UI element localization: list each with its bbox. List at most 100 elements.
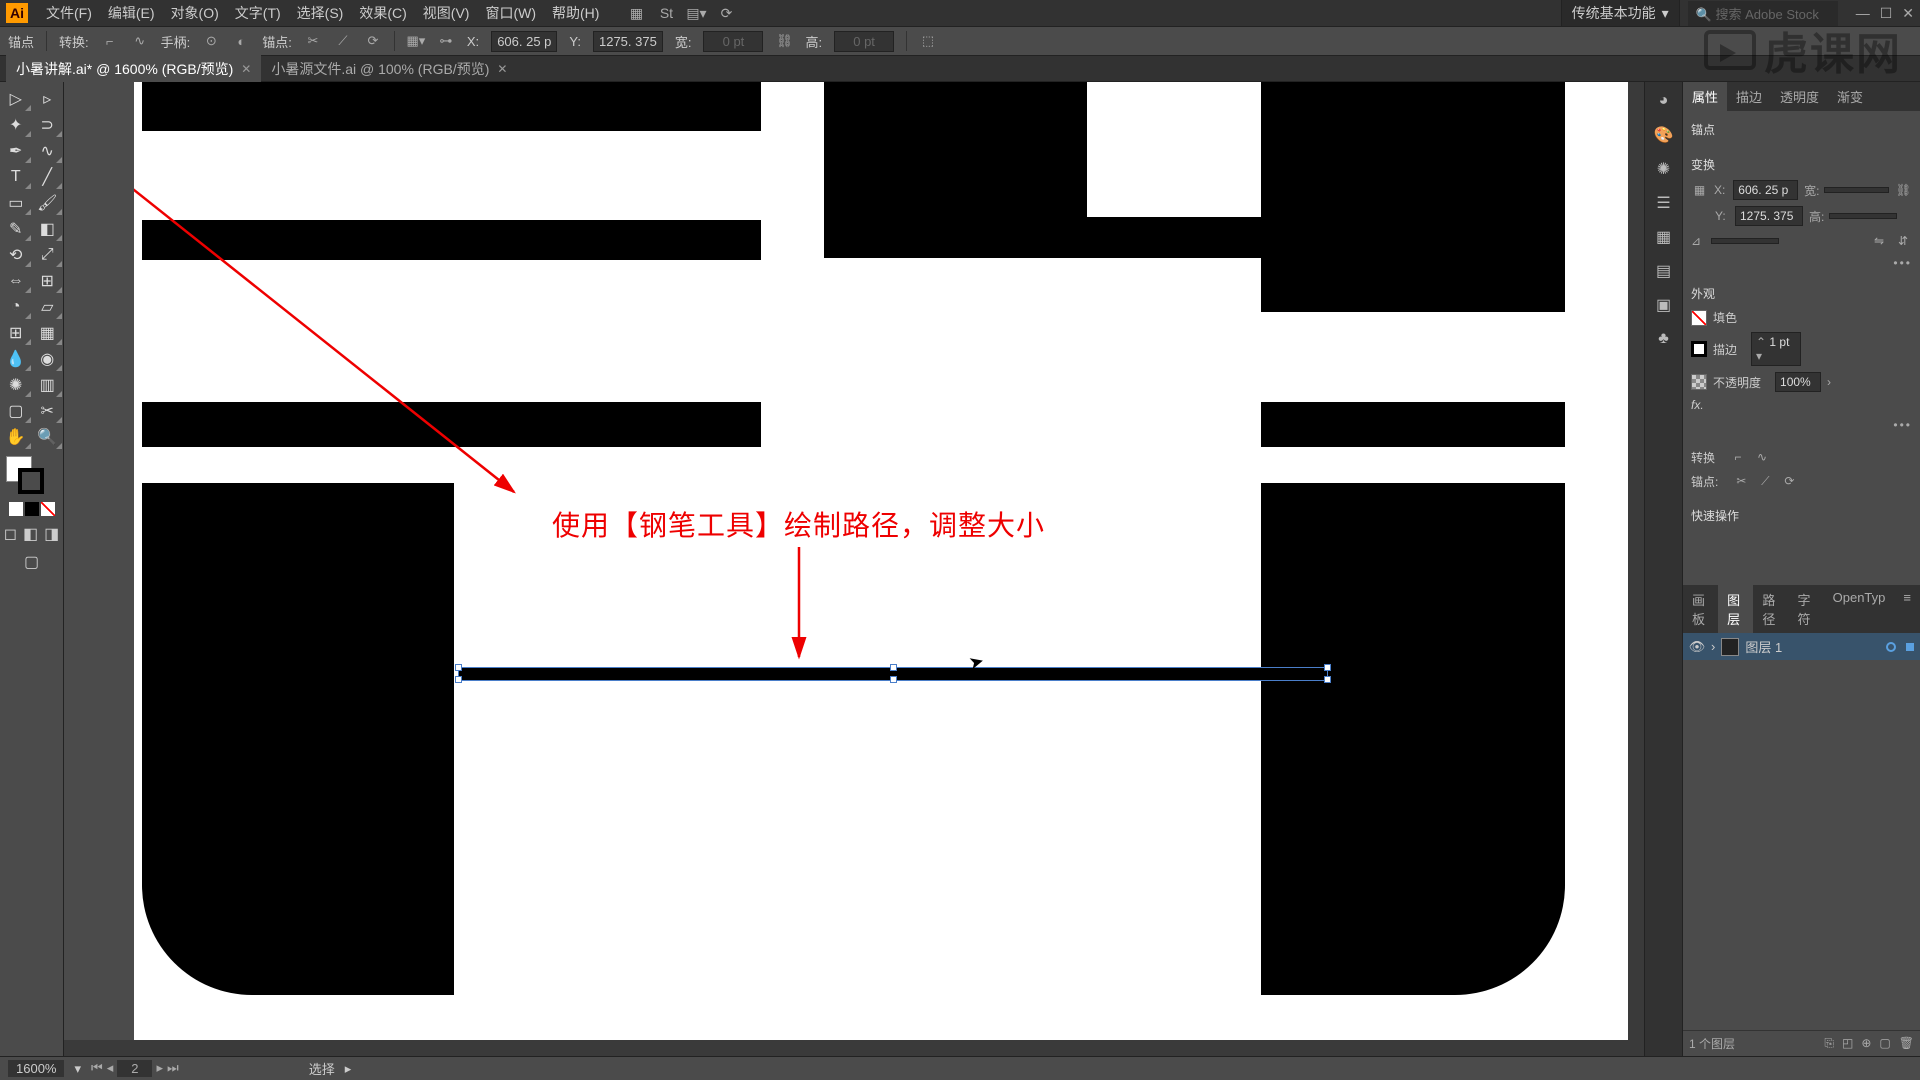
connect-anchor-icon[interactable]: ⟋ [1756,472,1774,490]
stock-icon[interactable]: St [657,4,675,22]
menu-select[interactable]: 选择(S) [289,3,352,23]
gradient-tool[interactable]: ▦ [32,320,64,346]
menu-window[interactable]: 窗口(W) [477,3,544,23]
prop-w-input[interactable] [1824,187,1889,193]
layer-row[interactable]: 👁 › 图层 1 [1683,633,1920,660]
artboard-number[interactable]: 2 [117,1060,152,1077]
remove-anchor-icon[interactable]: ✂ [1732,472,1750,490]
eyedropper-tool[interactable]: 💧 [0,346,32,372]
y-input[interactable]: 1275. 375 [593,31,663,52]
stroke-swatch[interactable] [1691,341,1707,357]
close-button[interactable]: ✕ [1902,5,1914,22]
swatches-icon[interactable]: ✺ [1653,158,1675,180]
remove-anchor-icon[interactable]: ✂ [304,32,322,50]
convert-corner-icon[interactable]: ⌐ [1729,448,1747,466]
next-artboard-icon[interactable]: ▸ [156,1060,163,1077]
connect-icon[interactable]: ⟋ [334,32,352,50]
doc-tab-2[interactable]: 小暑源文件.ai @ 100% (RGB/预览) ✕ [261,55,517,83]
blend-tool[interactable]: ◉ [32,346,64,372]
zoom-tool[interactable]: 🔍 [32,424,64,450]
smooth-icon[interactable]: ∿ [131,32,149,50]
stroke-weight-input[interactable]: ⌃ 1 pt ▾ [1751,332,1801,366]
canvas[interactable]: ➤ 使用【钢笔工具】绘制路径，调整大小 [64,82,1644,1056]
more-options-icon[interactable]: ••• [1893,256,1912,270]
panel-menu-icon[interactable]: ≡ [1894,585,1920,633]
selected-path[interactable] [459,668,1327,680]
panel-tab-properties[interactable]: 属性 [1683,82,1727,111]
draw-inside-icon[interactable]: ◨ [44,524,59,544]
direct-selection-tool[interactable]: ▹ [32,86,64,112]
gpu-icon[interactable]: ⟳ [717,4,735,22]
rotate-input[interactable] [1711,238,1779,244]
free-transform-tool[interactable]: ⊞ [32,268,64,294]
bottom-tab-paths[interactable]: 路径 [1753,585,1788,633]
graph-tool[interactable]: ▥ [32,372,64,398]
cut-path-icon[interactable]: ⟳ [364,32,382,50]
link-wh-icon[interactable]: ⊶ [437,32,455,50]
w-input[interactable]: 0 pt [703,31,763,52]
color-chip[interactable] [25,502,39,516]
prev-artboard-icon[interactable]: ◂ [107,1060,114,1077]
color-panel-icon[interactable]: ◕ [1653,90,1675,112]
delete-layer-icon[interactable]: 🗑 [1899,1036,1914,1051]
scale-tool[interactable]: ⤢ [32,242,64,268]
bridge-icon[interactable]: ▦ [627,4,645,22]
isolate-icon[interactable]: ⬚ [919,32,937,50]
vertical-scrollbar[interactable] [1628,82,1644,1040]
selection-tool[interactable]: ▷ [0,86,32,112]
none-chip[interactable] [41,502,55,516]
layer-name[interactable]: 图层 1 [1745,637,1782,656]
x-input[interactable]: 606. 25 p [491,31,557,52]
panel-tab-gradient[interactable]: 渐变 [1828,82,1872,111]
align-ref-icon[interactable]: ▦▾ [407,32,425,50]
corner-icon[interactable]: ⌐ [101,32,119,50]
slice-tool[interactable]: ✂ [32,398,64,424]
prop-h-input[interactable] [1829,213,1897,219]
rectangle-tool[interactable]: ▭ [0,190,32,216]
horizontal-scrollbar[interactable] [64,1040,1644,1056]
line-tool[interactable]: ╱ [32,164,64,190]
menu-type[interactable]: 文字(T) [227,3,289,23]
maximize-button[interactable]: ☐ [1880,5,1893,22]
tab-close-icon[interactable]: ✕ [497,62,507,76]
width-tool[interactable]: ⇔ [0,268,32,294]
bottom-tab-opentype[interactable]: OpenTyp [1824,585,1895,633]
type-tool[interactable]: T [0,164,32,190]
shaper-tool[interactable]: ✎ [0,216,32,242]
target-icon[interactable] [1886,642,1896,652]
brushes-icon[interactable]: ☰ [1653,192,1675,214]
rotate-tool[interactable]: ⟲ [0,242,32,268]
link-icon[interactable]: ⛓ [775,32,793,50]
curvature-tool[interactable]: ∿ [32,138,64,164]
more-options-icon[interactable]: ••• [1893,418,1912,432]
color-chip[interactable] [9,502,23,516]
opacity-input[interactable]: 100% [1775,372,1821,392]
first-artboard-icon[interactable]: ⏮ [91,1060,103,1077]
menu-edit[interactable]: 编辑(E) [100,3,163,23]
draw-normal-icon[interactable]: ◻ [4,524,17,544]
fill-swatch[interactable] [1691,310,1707,326]
new-sublayer-icon[interactable]: ⊕ [1861,1036,1871,1051]
minimize-button[interactable]: — [1856,5,1870,22]
search-input[interactable]: 🔍 搜索 Adobe Stock [1688,1,1838,26]
fill-stroke-swatch[interactable] [0,454,63,498]
locate-icon[interactable]: ⎘ [1824,1036,1834,1051]
prop-y-input[interactable]: 1275. 375 [1735,206,1803,226]
shape-builder-tool[interactable]: ◔ [0,294,32,320]
appearance-icon[interactable]: ♣ [1653,328,1675,350]
bottom-tab-artboards[interactable]: 画板 [1683,585,1718,633]
workspace-dropdown[interactable]: 传统基本功能▾ [1561,0,1680,27]
symbols-icon[interactable]: ▦ [1653,226,1675,248]
menu-view[interactable]: 视图(V) [415,3,478,23]
doc-tab-active[interactable]: 小暑讲解.ai* @ 1600% (RGB/预览) ✕ [6,55,261,83]
menu-object[interactable]: 对象(O) [163,3,227,23]
flip-v-icon[interactable]: ⇵ [1894,232,1912,250]
clip-mask-icon[interactable]: ◰ [1842,1036,1853,1051]
opacity-swatch[interactable] [1691,374,1707,390]
prop-x-input[interactable]: 606. 25 p [1733,180,1798,200]
eraser-tool[interactable]: ◧ [32,216,64,242]
mesh-tool[interactable]: ⊞ [0,320,32,346]
last-artboard-icon[interactable]: ⏭ [167,1060,179,1077]
expand-icon[interactable]: › [1711,639,1715,654]
hand-tool[interactable]: ✋ [0,424,32,450]
